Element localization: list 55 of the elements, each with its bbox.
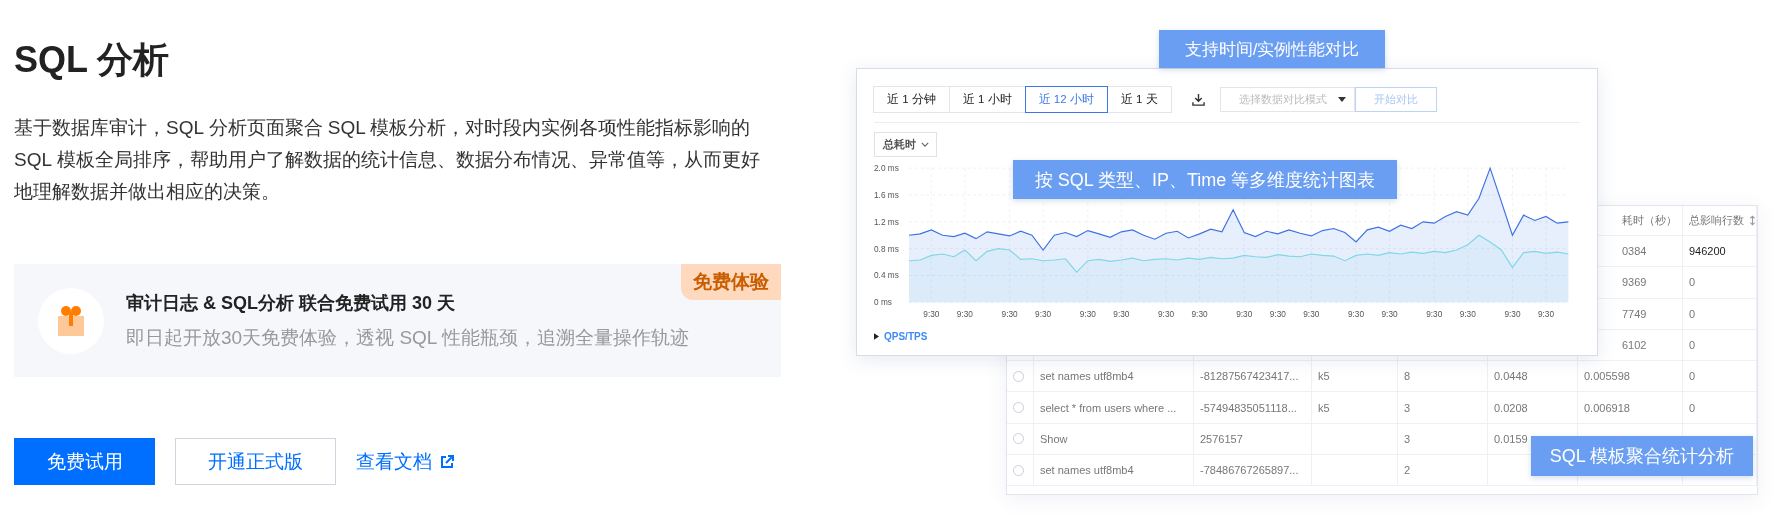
table-cell: 0 <box>1689 276 1696 289</box>
promo-title: 审计日志 & SQL分析 联合免费试用 30 天 <box>126 291 457 315</box>
table-cell: 0.005598 <box>1584 370 1630 383</box>
promo-badge: 免费体验 <box>681 264 781 300</box>
metric-dropdown[interactable]: 总耗时 <box>874 132 937 157</box>
table-cell: 2 <box>1404 464 1411 477</box>
table-cell: 0 <box>1689 370 1696 383</box>
table-cell: 0 <box>1689 401 1696 414</box>
table-cell: 0.0208 <box>1494 401 1528 414</box>
table-cell: set names utf8mb4 <box>1040 370 1134 383</box>
dropdown-triangle-icon <box>1337 97 1346 102</box>
table-cell: -78486767265897... <box>1200 464 1299 477</box>
time-range-tab[interactable]: 近 1 分钟 <box>873 86 950 113</box>
table-cell: 0.0448 <box>1494 370 1528 383</box>
table-cell: 3 <box>1404 432 1411 445</box>
table-cell: 7749 <box>1622 307 1647 320</box>
qps-tps-toggle[interactable]: QPS/TPS <box>874 331 928 342</box>
gift-icon <box>38 287 104 354</box>
table-cell: 8 <box>1404 370 1411 383</box>
page-title: SQL 分析 <box>14 38 171 82</box>
column-header: 总影响行数 <box>1689 213 1744 228</box>
description: 基于数据库审计，SQL 分析页面聚合 SQL 模板分析，对时段内实例各项性能指标影响的 SQL 模板全局排序，帮助用户了解数据的统计信息、数据分布情况、异常值等，从而更好地理解数据并做出相应的决策。 <box>14 116 761 204</box>
column-header: 耗时（秒） <box>1622 213 1677 228</box>
callout-tooltip: 支持时间/实例性能对比 <box>1159 30 1385 68</box>
table-cell: 3 <box>1404 401 1411 414</box>
table-cell: k5 <box>1318 401 1330 414</box>
time-range-tab[interactable]: 近 1 天 <box>1106 86 1172 113</box>
chevron-down-icon <box>920 142 929 147</box>
table-cell: 9369 <box>1622 276 1647 289</box>
external-link-icon <box>440 454 454 469</box>
free-trial-button[interactable]: 免费试用 <box>14 438 155 485</box>
table-cell: -81287567423417... <box>1200 370 1299 383</box>
docs-link[interactable]: 查看文档 <box>356 448 454 475</box>
callout-tooltip: 按 SQL 类型、IP、Time 等多维度统计图表 <box>1013 160 1397 199</box>
table-cell: 0384 <box>1622 245 1647 258</box>
table-cell: 0.006918 <box>1584 401 1630 414</box>
table-cell: set names utf8mb4 <box>1040 464 1134 477</box>
table-cell: 0 <box>1689 307 1696 320</box>
table-cell: -57494835051118... <box>1200 401 1297 414</box>
table-cell: 946200 <box>1689 245 1726 258</box>
subscribe-button[interactable]: 开通正式版 <box>175 438 336 485</box>
table-cell: 0 <box>1689 339 1696 352</box>
time-range-tab[interactable]: 近 1 小时 <box>948 86 1026 113</box>
download-icon[interactable] <box>1191 93 1205 106</box>
sort-icon[interactable] <box>1749 215 1756 226</box>
table-cell: 2576157 <box>1200 432 1243 445</box>
table-cell: 6102 <box>1622 339 1647 352</box>
promo-subtitle: 即日起开放30天免费体验，透视 SQL 性能瓶颈，追溯全量操作轨迹 <box>126 325 689 350</box>
table-cell: select * from users where ... <box>1040 401 1177 414</box>
table-cell: Show <box>1040 432 1068 445</box>
callout-tooltip: SQL 模板聚合统计分析 <box>1531 436 1753 476</box>
time-range-tab[interactable]: 近 12 小时 <box>1024 86 1108 113</box>
caret-right-icon <box>874 333 879 340</box>
table-cell: 0.0159 <box>1494 432 1528 445</box>
table-cell: k5 <box>1318 370 1330 383</box>
